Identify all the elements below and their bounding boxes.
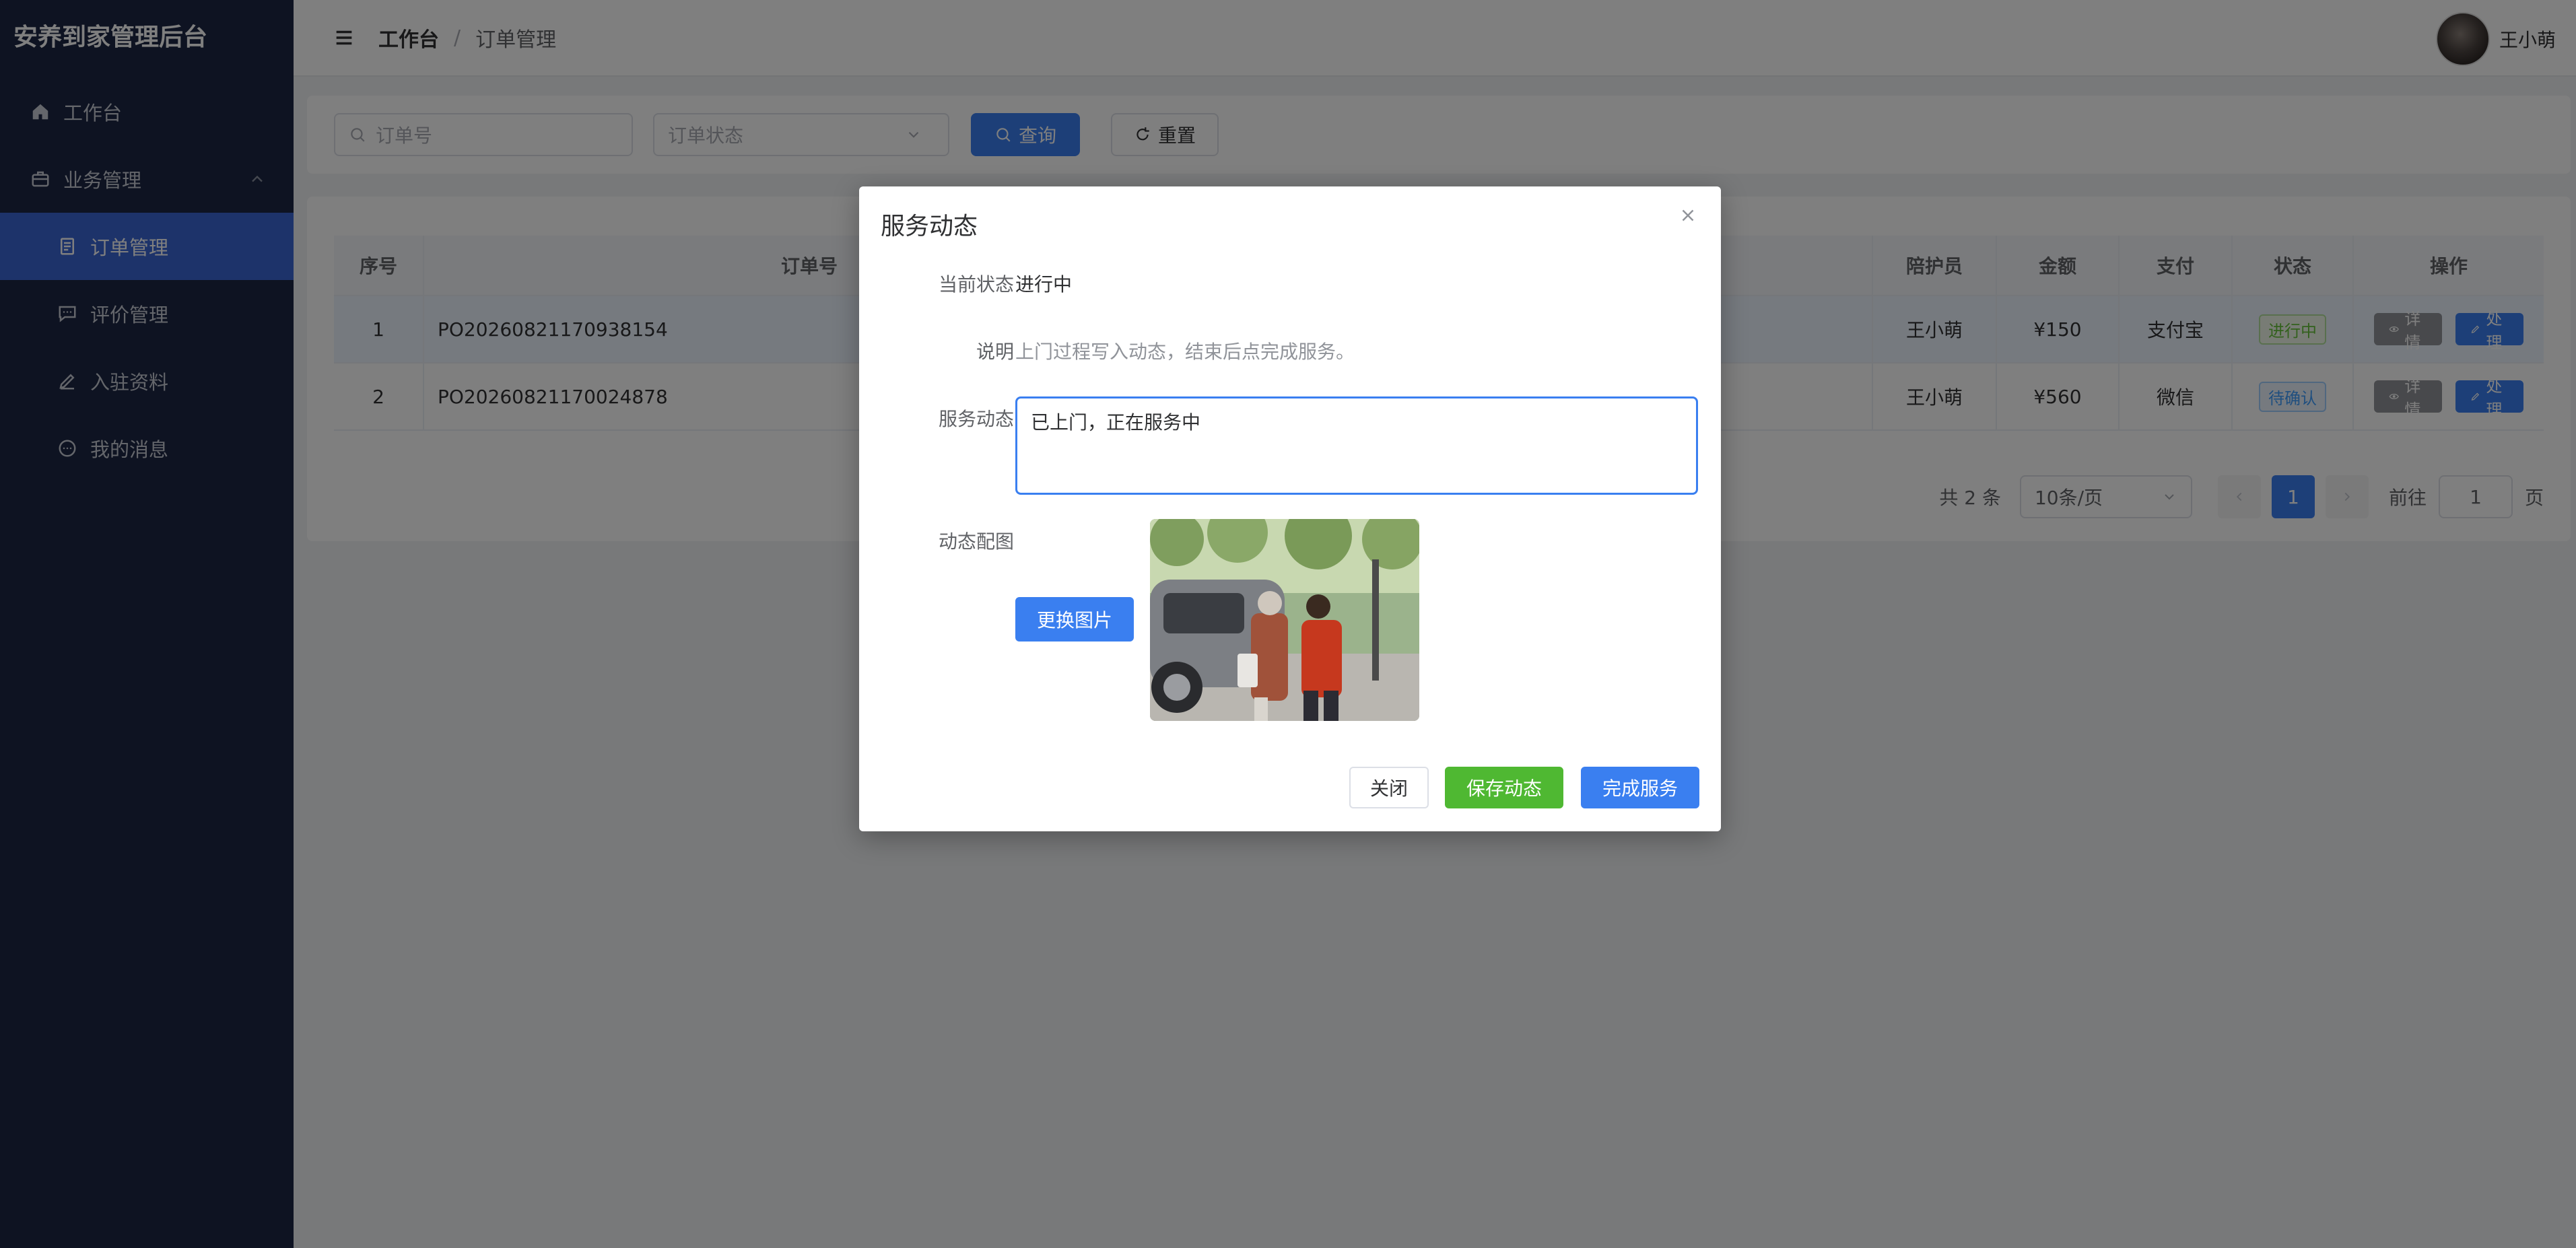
description-value: 上门过程写入动态，结束后点完成服务。: [1015, 341, 1355, 363]
close-button[interactable]: 关闭: [1349, 767, 1429, 808]
image-label: 动态配图: [938, 530, 1014, 553]
save-dynamic-button[interactable]: 保存动态: [1445, 767, 1563, 808]
service-dynamic-textarea[interactable]: 已上门，正在服务中: [1015, 396, 1698, 495]
dialog-title: 服务动态: [881, 213, 978, 240]
close-icon[interactable]: [1678, 205, 1698, 226]
replace-image-button[interactable]: 更换图片: [1015, 597, 1134, 642]
dynamic-photo: [1150, 519, 1419, 721]
complete-service-button[interactable]: 完成服务: [1581, 767, 1699, 808]
service-dynamic-dialog: 服务动态 当前状态 进行中 说明 上门过程写入动态，结束后点完成服务。 服务动态…: [859, 186, 1721, 831]
dynamic-label: 服务动态: [938, 408, 1014, 430]
status-label: 当前状态: [938, 273, 1014, 296]
status-value: 进行中: [1015, 273, 1073, 296]
description-label: 说明: [976, 341, 1014, 363]
